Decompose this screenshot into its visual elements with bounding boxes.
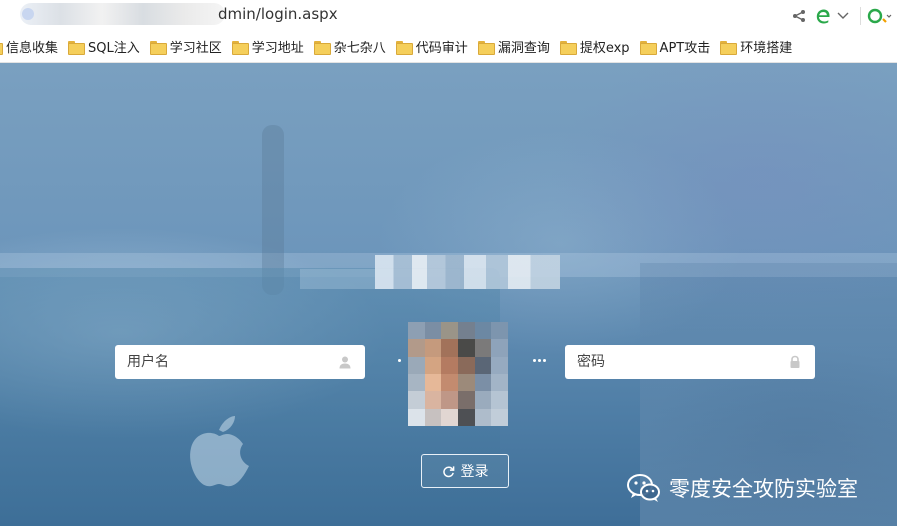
decor-dot <box>533 359 536 362</box>
bookmarks-bar: 信息收集 SQL注入 学习社区 学习地址 杂七杂八 代码审计 漏洞查询 提权ex… <box>0 31 897 63</box>
folder-icon <box>149 40 167 55</box>
chevron-down-icon[interactable] <box>834 5 852 27</box>
watermark-text: 零度安全攻防实验室 <box>669 477 858 501</box>
bookmark-label: SQL注入 <box>88 41 140 56</box>
refresh-icon <box>442 465 454 477</box>
bookmark-label: 代码审计 <box>415 41 468 56</box>
password-field[interactable] <box>565 345 815 379</box>
decor-dot <box>398 359 401 362</box>
bookmark-label: 提权exp <box>579 41 630 56</box>
bookmark-folder[interactable]: 提权exp <box>556 35 634 59</box>
bookmark-label: APT攻击 <box>659 41 711 56</box>
bookmark-label: 漏洞查询 <box>497 41 550 56</box>
wechat-watermark: 零度安全攻防实验室 <box>626 473 858 503</box>
site-title-blurred <box>375 255 560 289</box>
folder-icon <box>720 40 738 55</box>
login-button-label: 登录 <box>460 464 489 480</box>
folder-icon <box>313 40 331 55</box>
site-security-icon <box>22 8 34 20</box>
share-icon[interactable] <box>788 5 810 27</box>
folder-icon <box>559 40 577 55</box>
bookmark-folder[interactable]: 漏洞查询 <box>474 35 554 59</box>
username-field[interactable] <box>115 345 365 379</box>
bookmark-label: 学习社区 <box>169 41 222 56</box>
bookmark-folder[interactable]: 信息收集 <box>0 35 62 59</box>
bookmark-folder[interactable]: 环境搭建 <box>716 35 796 59</box>
toolbar-divider <box>860 6 861 25</box>
search-icon[interactable] <box>867 5 897 27</box>
login-button[interactable]: 登录 <box>421 454 509 488</box>
folder-icon <box>0 41 3 55</box>
password-input[interactable] <box>565 345 815 379</box>
decor-dot <box>538 359 541 362</box>
folder-icon <box>68 40 86 55</box>
bookmark-folder[interactable]: 代码审计 <box>392 35 472 59</box>
folder-icon <box>395 40 413 55</box>
bookmark-folder[interactable]: 杂七杂八 <box>310 35 390 59</box>
edge-e-icon[interactable] <box>812 5 834 27</box>
toolbar-icons <box>788 0 897 31</box>
bookmark-label: 环境搭建 <box>740 41 793 56</box>
folder-icon <box>639 40 657 55</box>
login-page: 登录 零度安全攻防实验室 <box>0 63 897 526</box>
address-bar[interactable]: dmin/login.aspx <box>0 0 897 31</box>
bookmark-folder[interactable]: 学习社区 <box>146 35 226 59</box>
address-url[interactable]: dmin/login.aspx <box>218 5 338 23</box>
decor-dot <box>543 359 546 362</box>
avatar <box>408 322 508 426</box>
wechat-icon <box>627 474 660 502</box>
username-input[interactable] <box>115 345 365 379</box>
folder-icon <box>231 40 249 55</box>
bookmark-label: 学习地址 <box>251 41 304 56</box>
bookmark-label: 杂七杂八 <box>333 41 386 56</box>
bookmark-folder[interactable]: 学习地址 <box>228 35 308 59</box>
apple-logo-icon <box>190 416 249 487</box>
bookmark-folder[interactable]: SQL注入 <box>64 35 144 59</box>
address-blurred-host <box>20 3 225 25</box>
lock-icon <box>790 355 800 368</box>
folder-icon <box>477 40 495 55</box>
bookmark-label: 信息收集 <box>6 41 59 56</box>
user-icon <box>339 356 351 369</box>
bookmark-folder[interactable]: APT攻击 <box>636 35 715 59</box>
